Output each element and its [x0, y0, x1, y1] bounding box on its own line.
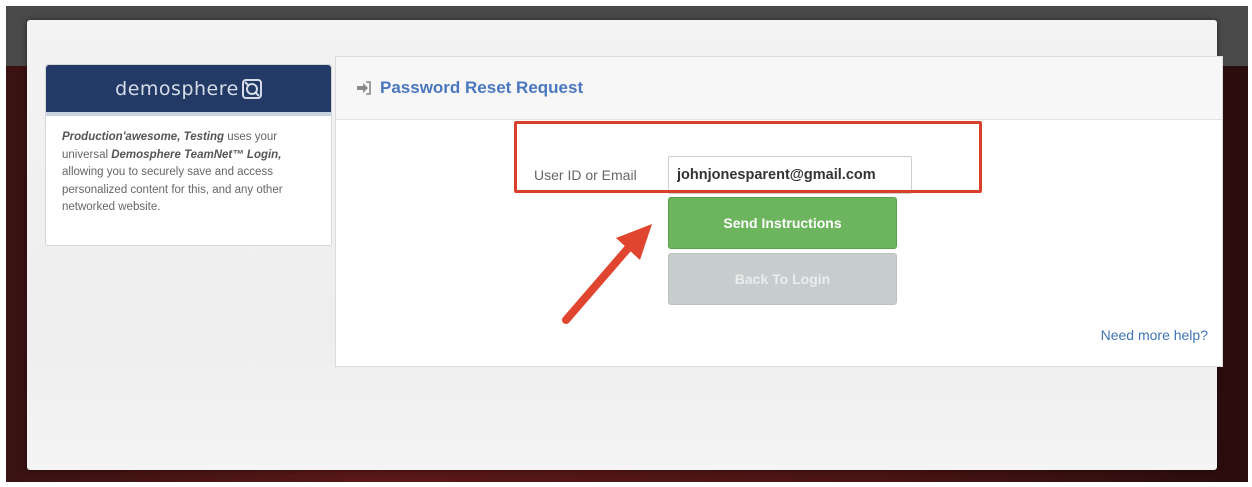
product-name: Demosphere TeamNet™ Login,	[111, 148, 282, 161]
page-title: Password Reset Request	[380, 78, 584, 97]
org-name: Production'awesome, Testing	[62, 131, 225, 143]
annotation-highlight-box	[514, 121, 982, 193]
annotation-arrow-icon	[562, 224, 652, 324]
info-card: demosphere Production'awesome, Testing u…	[45, 64, 332, 246]
info-description: Production'awesome, Testing uses your un…	[46, 116, 331, 217]
info-text-2: allowing you to securely save and access…	[62, 166, 283, 213]
brand-name: demosphere	[115, 77, 239, 100]
sign-in-icon	[357, 81, 371, 95]
brand-bar: demosphere	[46, 65, 331, 116]
demosphere-logo-icon	[241, 78, 262, 99]
password-reset-panel: Password Reset Request User ID or Email …	[335, 56, 1223, 367]
panel-header: Password Reset Request	[336, 57, 1222, 120]
back-to-login-button[interactable]: Back To Login	[668, 253, 897, 305]
send-instructions-button[interactable]: Send Instructions	[668, 197, 897, 249]
need-more-help-link[interactable]: Need more help?	[1101, 327, 1208, 343]
